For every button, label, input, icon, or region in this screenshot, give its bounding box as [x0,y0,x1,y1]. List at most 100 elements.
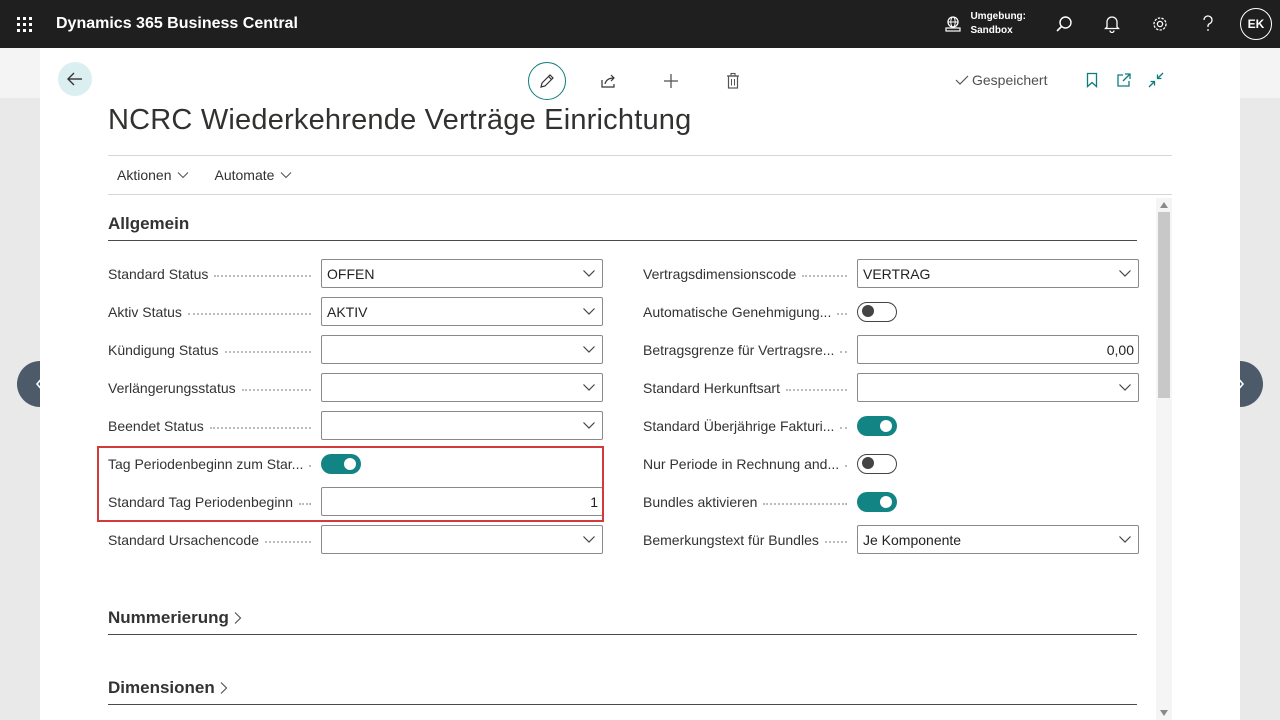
open-new-window-icon [1117,73,1131,87]
select-dropdown[interactable] [321,411,603,440]
automate-menu[interactable]: Automate [214,167,292,183]
chevron-down-icon [583,384,595,391]
select-dropdown[interactable] [321,335,603,364]
new-button[interactable] [652,62,690,100]
chevron-down-icon [583,346,595,353]
open-new-window-button[interactable] [1112,68,1136,92]
field-value: Je Komponente [863,531,962,548]
bookmark-icon [1086,72,1098,88]
field-label-wrap: Nur Periode in Rechnung and... [643,456,857,472]
field-row: Standard Überjährige Fakturi... [643,411,897,440]
environment-indicator[interactable]: Umgebung: Sandbox [944,10,1026,38]
bookmark-button[interactable] [1080,68,1104,92]
app-bar: Dynamics 365 Business Central Umgebung: … [0,0,1280,48]
section-numbering[interactable]: Nummerierung [108,602,1137,635]
field-label-wrap: Vertragsdimensionscode [643,266,857,282]
field-label-wrap: Betragsgrenze für Vertragsre... [643,342,857,358]
field-label-wrap: Automatische Genehmigung... [643,304,857,320]
toggle-knob [862,457,874,469]
collapse-button[interactable] [1144,68,1168,92]
chevron-right-icon [220,682,228,694]
field-label[interactable]: Nur Periode in Rechnung and... [643,456,839,472]
section-dimensions[interactable]: Dimensionen [108,672,1137,705]
field-row: Bemerkungstext für Bundles Je Komponente [643,525,1139,554]
field-label[interactable]: Bemerkungstext für Bundles [643,532,819,548]
select-dropdown[interactable]: OFFEN [321,259,603,288]
saved-status: Gespeichert [954,72,1047,88]
scroll-down-arrow[interactable] [1160,710,1168,716]
field-label-wrap: Verlängerungsstatus [108,380,321,396]
toggle-switch[interactable] [857,415,897,436]
select-dropdown[interactable] [857,373,1139,402]
select-dropdown[interactable]: VERTRAG [857,259,1139,288]
share-button[interactable] [590,62,628,100]
field-row: Nur Periode in Rechnung and... [643,449,897,478]
page-title: NCRC Wiederkehrende Verträge Einrichtung [108,104,692,136]
chevron-down-icon [583,422,595,429]
select-dropdown[interactable]: Je Komponente [857,525,1139,554]
actions-menu[interactable]: Aktionen [117,167,189,183]
section-numbering-title: Nummerierung [108,608,229,627]
field-label[interactable]: Betragsgrenze für Vertragsre... [643,342,834,358]
chevron-down-icon [178,172,189,179]
back-button[interactable] [58,62,92,96]
page-actions [1080,68,1176,92]
bell-icon [1104,16,1120,33]
search-button[interactable] [1040,0,1088,48]
label-leader-dots [824,540,847,543]
scroll-thumb[interactable] [1158,212,1170,398]
toggle-switch[interactable] [857,301,897,322]
automate-menu-label: Automate [214,167,275,183]
user-avatar[interactable]: EK [1240,8,1272,40]
label-leader-dots [840,350,847,353]
highlight-box [97,446,604,522]
select-dropdown[interactable]: AKTIV [321,297,603,326]
field-label[interactable]: Standard Ursachencode [108,532,259,548]
field-label[interactable]: Kündigung Status [108,342,219,358]
number-input[interactable]: 0,00 [857,335,1139,364]
field-row: Standard Ursachencode [108,525,603,554]
chevron-down-icon [281,172,292,179]
field-label[interactable]: Bundles aktivieren [643,494,757,510]
scroll-up-arrow[interactable] [1160,202,1168,208]
field-label[interactable]: Standard Status [108,266,208,282]
field-row: Verlängerungsstatus [108,373,603,402]
field-value: OFFEN [327,265,375,282]
field-label[interactable]: Standard Überjährige Fakturi... [643,418,834,434]
field-label-wrap: Standard Status [108,266,321,282]
label-leader-dots [840,426,847,429]
field-label[interactable]: Standard Herkunftsart [643,380,780,396]
field-label[interactable]: Automatische Genehmigung... [643,304,831,320]
plus-icon [664,74,678,88]
section-general[interactable]: Allgemein [108,208,1137,241]
notifications-button[interactable] [1088,0,1136,48]
edit-button[interactable] [528,62,566,100]
waffle-icon[interactable] [0,0,48,48]
field-label[interactable]: Aktiv Status [108,304,182,320]
help-icon [1203,15,1213,31]
check-icon [955,75,969,85]
field-label[interactable]: Vertragsdimensionscode [643,266,796,282]
chevron-right-icon [234,612,242,624]
gear-icon [1153,17,1167,31]
settings-button[interactable] [1136,0,1184,48]
field-label[interactable]: Verlängerungsstatus [108,380,236,396]
label-leader-dots [187,312,311,315]
pencil-icon [540,74,554,88]
delete-button[interactable] [714,62,752,100]
section-general-title: Allgemein [108,214,190,233]
field-label-wrap: Standard Ursachencode [108,532,321,548]
field-label[interactable]: Beendet Status [108,418,204,434]
field-row: Automatische Genehmigung... [643,297,897,326]
toggle-switch[interactable] [857,491,897,512]
content-scrollbar[interactable] [1156,198,1172,720]
select-dropdown[interactable] [321,373,603,402]
field-label-wrap: Standard Überjährige Fakturi... [643,418,857,434]
trash-icon [727,72,739,89]
app-title[interactable]: Dynamics 365 Business Central [56,15,298,33]
select-dropdown[interactable] [321,525,603,554]
help-button[interactable] [1184,0,1232,48]
field-value: AKTIV [327,303,368,320]
share-icon [601,74,615,88]
toggle-switch[interactable] [857,453,897,474]
